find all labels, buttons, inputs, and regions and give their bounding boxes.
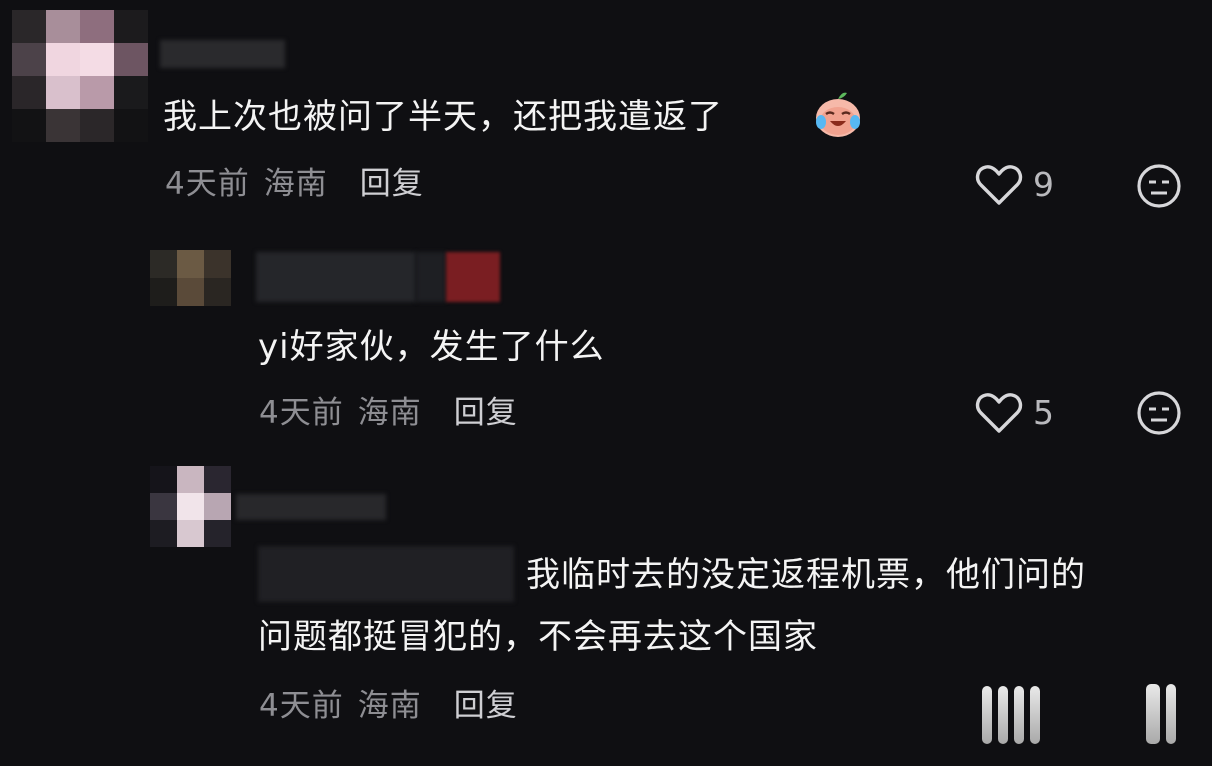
heart-outline-icon	[975, 393, 1023, 433]
unamused-face-icon[interactable]	[1136, 163, 1182, 209]
unamused-face-icon[interactable]	[1136, 390, 1182, 436]
crying-laughing-emoji	[816, 92, 860, 137]
watermark-bars	[982, 686, 1040, 744]
comment-text: yi好家伙，发生了什么	[258, 327, 605, 367]
comment-text: 我临时去的没定返程机票，他们问的	[526, 555, 1086, 595]
watermark-bars	[1146, 684, 1176, 744]
like-count: 5	[1033, 393, 1054, 432]
comment-location: 海南	[357, 395, 422, 431]
avatar[interactable]	[150, 466, 231, 547]
username-blurred[interactable]	[256, 252, 416, 302]
comment-meta: 4天前 海南 回复	[259, 393, 518, 433]
like-button[interactable]: 9	[975, 163, 1054, 207]
comment-text: 我上次也被问了半天，还把我遣返了	[163, 97, 723, 137]
like-button[interactable]: 5	[975, 391, 1054, 435]
comment-meta: 4天前 海南 回复	[259, 686, 518, 726]
username-blurred[interactable]	[236, 494, 386, 520]
comment-time: 4天前	[259, 688, 344, 724]
reply-button[interactable]: 回复	[454, 395, 518, 431]
comment-meta: 4天前 海南 回复	[165, 164, 424, 204]
reply-button[interactable]: 回复	[360, 166, 424, 202]
comment-location: 海南	[263, 166, 328, 202]
badge-blurred	[446, 252, 500, 302]
comment-time: 4天前	[165, 166, 250, 202]
avatar[interactable]	[12, 10, 148, 142]
avatar[interactable]	[150, 250, 231, 306]
reply-button[interactable]: 回复	[454, 688, 518, 724]
heart-outline-icon	[975, 165, 1023, 205]
comment-time: 4天前	[259, 395, 344, 431]
username-blurred[interactable]	[416, 252, 446, 302]
username-blurred[interactable]	[160, 40, 285, 68]
like-count: 9	[1033, 165, 1054, 204]
comment-location: 海南	[357, 688, 422, 724]
comment-text: 问题都挺冒犯的，不会再去这个国家	[258, 617, 818, 657]
mention-blurred[interactable]	[258, 546, 514, 602]
